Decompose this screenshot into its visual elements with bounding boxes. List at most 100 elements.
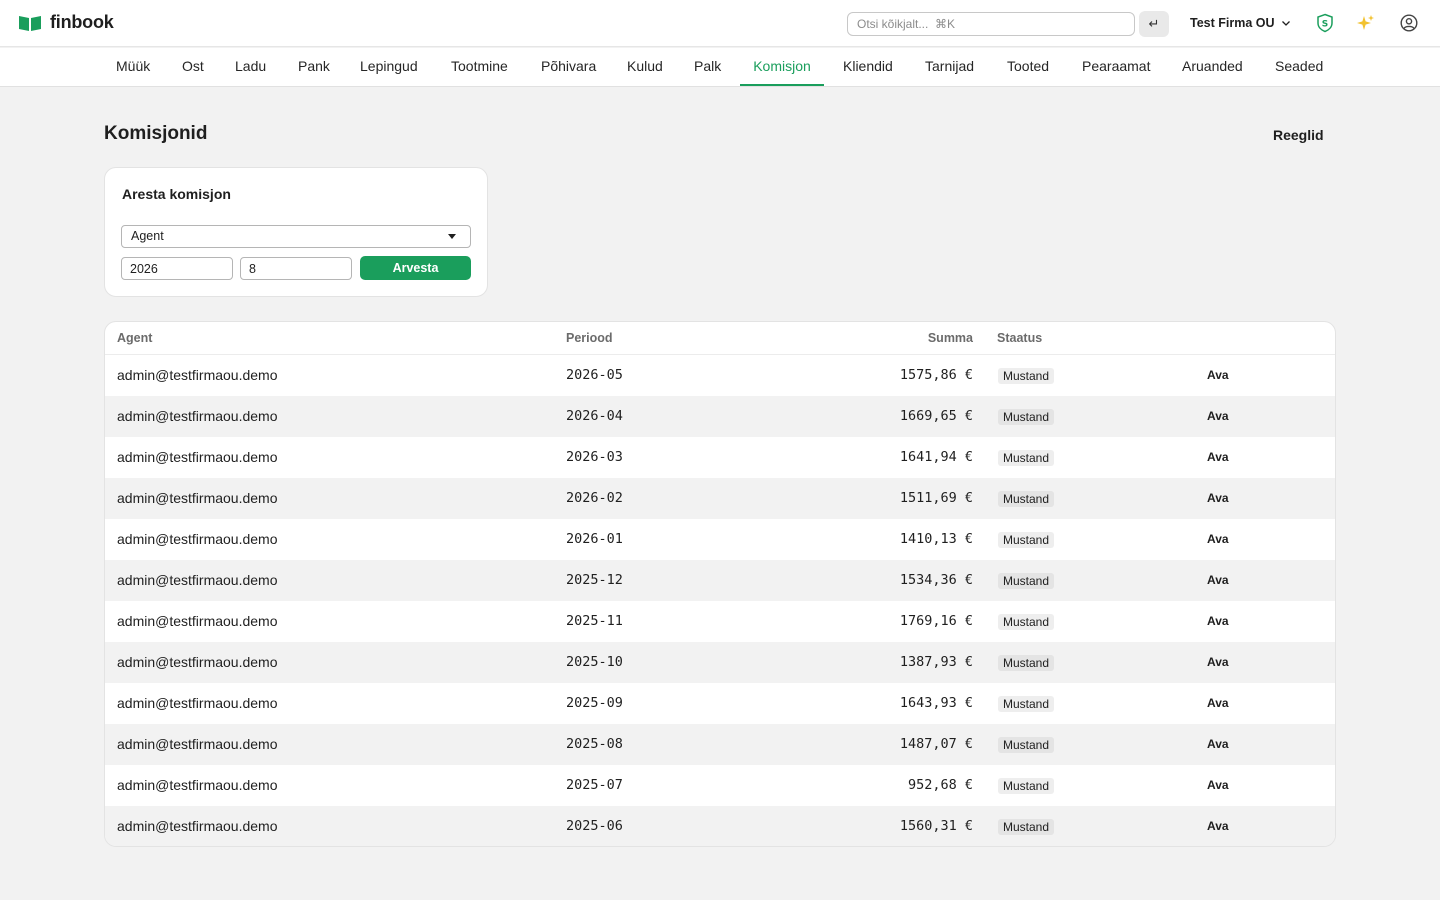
card-title: Aresta komisjon xyxy=(122,186,231,202)
status-badge: Mustand xyxy=(998,696,1055,712)
period-cell: 2026-04 xyxy=(566,408,623,424)
year-input[interactable] xyxy=(121,257,233,280)
rules-link[interactable]: Reeglid xyxy=(1273,127,1324,143)
month-input[interactable] xyxy=(240,257,352,280)
status-badge: Mustand xyxy=(998,573,1055,589)
open-link[interactable]: Ava xyxy=(1207,614,1229,628)
status-badge: Mustand xyxy=(998,614,1055,630)
search-input[interactable] xyxy=(847,12,1135,36)
status-badge: Mustand xyxy=(998,737,1055,753)
open-link[interactable]: Ava xyxy=(1207,696,1229,710)
nav-item-kliendid[interactable]: Kliendid xyxy=(843,48,893,86)
status-badge: Mustand xyxy=(998,819,1055,835)
open-link[interactable]: Ava xyxy=(1207,778,1229,792)
status-badge: Mustand xyxy=(998,532,1055,548)
search-submit-button[interactable]: ↵ xyxy=(1139,11,1169,37)
status-badge: Mustand xyxy=(998,778,1055,794)
logo[interactable]: finbook xyxy=(18,12,114,33)
open-link[interactable]: Ava xyxy=(1207,573,1229,587)
sum-cell: 952,68 € xyxy=(907,777,973,793)
nav-item-ladu[interactable]: Ladu xyxy=(235,48,266,86)
open-link[interactable]: Ava xyxy=(1207,819,1229,833)
agent-cell: admin@testfirmaou.demo xyxy=(117,736,278,752)
shield-icon[interactable]: S xyxy=(1315,13,1335,33)
status-badge: Mustand xyxy=(998,450,1055,466)
table-row[interactable]: admin@testfirmaou.demo 2026-02 1511,69 € Mu… xyxy=(105,478,1335,519)
table-row[interactable]: admin@testfirmaou.demo 2025-08 1487,07 € Mu… xyxy=(105,724,1335,765)
sum-cell: 1669,65 € xyxy=(899,408,973,424)
table-row[interactable]: admin@testfirmaou.demo 2025-09 1643,93 € Mu… xyxy=(105,683,1335,724)
table-row[interactable]: admin@testfirmaou.demo 2026-01 1410,13 € Mu… xyxy=(105,519,1335,560)
open-link[interactable]: Ava xyxy=(1207,368,1229,382)
table-row[interactable]: admin@testfirmaou.demo 2025-06 1560,31 € Mu… xyxy=(105,806,1335,846)
table-row[interactable]: admin@testfirmaou.demo 2025-10 1387,93 € Mu… xyxy=(105,642,1335,683)
table-row[interactable]: admin@testfirmaou.demo 2025-11 1769,16 € Mu… xyxy=(105,601,1335,642)
table-row[interactable]: admin@testfirmaou.demo 2025-07 952,68 € Mus… xyxy=(105,765,1335,806)
open-link[interactable]: Ava xyxy=(1207,450,1229,464)
main-nav: Müük Ost Ladu Pank Lepingud Tootmine Põh… xyxy=(0,48,1440,87)
period-cell: 2025-07 xyxy=(566,777,623,793)
open-link[interactable]: Ava xyxy=(1207,655,1229,669)
nav-item-seaded[interactable]: Seaded xyxy=(1275,48,1323,86)
chevron-down-icon xyxy=(1281,18,1291,28)
period-cell: 2026-01 xyxy=(566,531,623,547)
sum-cell: 1511,69 € xyxy=(899,490,973,506)
nav-item-pearaamat[interactable]: Pearaamat xyxy=(1082,48,1150,86)
nav-item-komisjon[interactable]: Komisjon xyxy=(740,48,824,86)
calculate-button[interactable]: Arvesta xyxy=(360,256,471,280)
agent-cell: admin@testfirmaou.demo xyxy=(117,531,278,547)
period-cell: 2026-05 xyxy=(566,367,623,383)
open-link[interactable]: Ava xyxy=(1207,532,1229,546)
agent-cell: admin@testfirmaou.demo xyxy=(117,408,278,424)
sum-cell: 1641,94 € xyxy=(899,449,973,465)
sum-cell: 1387,93 € xyxy=(899,654,973,670)
open-link[interactable]: Ava xyxy=(1207,737,1229,751)
table-row[interactable]: admin@testfirmaou.demo 2026-05 1575,86 € Mu… xyxy=(105,355,1335,396)
status-badge: Mustand xyxy=(998,368,1055,384)
open-link[interactable]: Ava xyxy=(1207,491,1229,505)
agent-select[interactable]: Agent xyxy=(121,225,471,248)
table-header: Agent Periood Summa Staatus xyxy=(105,322,1335,355)
nav-item-tooted[interactable]: Tooted xyxy=(1007,48,1049,86)
nav-item-ost[interactable]: Ost xyxy=(182,48,204,86)
nav-item-lepingud[interactable]: Lepingud xyxy=(360,48,418,86)
caret-down-icon xyxy=(448,234,456,239)
period-cell: 2026-03 xyxy=(566,449,623,465)
agent-cell: admin@testfirmaou.demo xyxy=(117,367,278,383)
svg-text:S: S xyxy=(1322,20,1328,30)
period-cell: 2025-08 xyxy=(566,736,623,752)
agent-cell: admin@testfirmaou.demo xyxy=(117,449,278,465)
nav-item-palk[interactable]: Palk xyxy=(694,48,721,86)
agent-cell: admin@testfirmaou.demo xyxy=(117,777,278,793)
user-circle-icon[interactable] xyxy=(1399,13,1419,33)
period-cell: 2026-02 xyxy=(566,490,623,506)
period-cell: 2025-09 xyxy=(566,695,623,711)
agent-cell: admin@testfirmaou.demo xyxy=(117,613,278,629)
open-link[interactable]: Ava xyxy=(1207,409,1229,423)
column-header-agent: Agent xyxy=(117,331,153,345)
calculate-commission-card: Aresta komisjon Agent Arvesta xyxy=(104,167,488,297)
sparkle-icon[interactable] xyxy=(1356,13,1376,33)
column-header-status: Staatus xyxy=(997,331,1043,345)
company-name: Test Firma OU xyxy=(1190,16,1275,30)
column-header-period: Periood xyxy=(566,331,613,345)
column-header-sum: Summa xyxy=(927,331,973,345)
status-badge: Mustand xyxy=(998,409,1055,425)
sum-cell: 1769,16 € xyxy=(899,613,973,629)
period-cell: 2025-10 xyxy=(566,654,623,670)
agent-cell: admin@testfirmaou.demo xyxy=(117,654,278,670)
agent-select-value: Agent xyxy=(131,229,164,243)
nav-item-pank[interactable]: Pank xyxy=(298,48,330,86)
table-row[interactable]: admin@testfirmaou.demo 2026-03 1641,94 € Mu… xyxy=(105,437,1335,478)
nav-item-tootmine[interactable]: Tootmine xyxy=(451,48,508,86)
nav-item-myyk[interactable]: Müük xyxy=(116,48,150,86)
nav-item-aruanded[interactable]: Aruanded xyxy=(1182,48,1243,86)
company-switcher[interactable]: Test Firma OU xyxy=(1190,16,1291,30)
nav-item-tarnijad[interactable]: Tarnijad xyxy=(925,48,974,86)
table-row[interactable]: admin@testfirmaou.demo 2026-04 1669,65 € Mu… xyxy=(105,396,1335,437)
nav-item-kulud[interactable]: Kulud xyxy=(627,48,663,86)
nav-item-pohivara[interactable]: Põhivara xyxy=(541,48,596,86)
sum-cell: 1410,13 € xyxy=(899,531,973,547)
table-row[interactable]: admin@testfirmaou.demo 2025-12 1534,36 € Mu… xyxy=(105,560,1335,601)
status-badge: Mustand xyxy=(998,491,1055,507)
